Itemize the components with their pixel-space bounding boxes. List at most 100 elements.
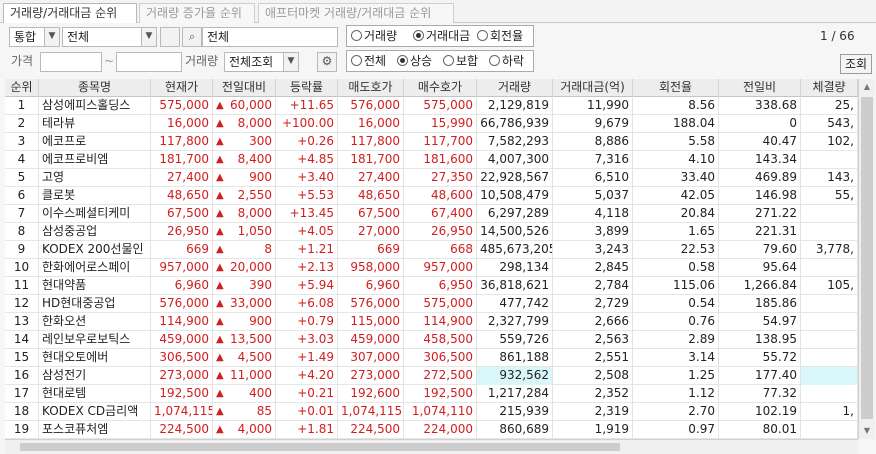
cell-price: 27,400: [151, 169, 213, 187]
table-row[interactable]: 7 이수스페셜티케미 67,500 ▲ 8,000 +13.45 67,500 67,400 6…: [5, 205, 858, 223]
cell-amount: 11,990: [553, 97, 633, 115]
table-row[interactable]: 8 삼성중공업 26,950 ▲ 1,050 +4.05 27,000 26,950 14,50…: [5, 223, 858, 241]
chevron-down-icon[interactable]: ▼: [44, 27, 60, 47]
radio-label: 거래대금: [426, 29, 471, 43]
cell-name[interactable]: 현대로템: [39, 385, 151, 403]
cell-name[interactable]: 클로봇: [39, 187, 151, 205]
radio-volume[interactable]: 거래량: [351, 28, 397, 44]
cell-prev: 143.34: [719, 151, 801, 169]
volume-option-select[interactable]: 전체조회: [224, 52, 284, 72]
table-row[interactable]: 13 한화오션 114,900 ▲ 900 +0.79 115,000 114,900 2,32…: [5, 313, 858, 331]
column-header-change[interactable]: 전일대비: [213, 79, 276, 97]
cell-name[interactable]: 이수스페셜티케미: [39, 205, 151, 223]
cell-bid: 27,350: [404, 169, 477, 187]
cell-name[interactable]: 현대오토에버: [39, 349, 151, 367]
column-header-name[interactable]: 종목명: [39, 79, 151, 97]
scroll-thumb[interactable]: [861, 97, 873, 419]
table-row[interactable]: 10 한화에어로스페이 957,000 ▲ 20,000 +2.13 958,000 957,…: [5, 259, 858, 277]
table-row[interactable]: 2 테라뷰 16,000 ▲ 8,000 +100.00 16,000 15,990 66,78…: [5, 115, 858, 133]
cell-bid: 575,000: [404, 295, 477, 313]
cell-name[interactable]: 포스코퓨처엠: [39, 421, 151, 439]
cell-name[interactable]: 한화오션: [39, 313, 151, 331]
radio-up[interactable]: 상승: [397, 53, 432, 69]
cell-name[interactable]: 에코프로: [39, 133, 151, 151]
table-row[interactable]: 15 현대오토에버 306,500 ▲ 4,500 +1.49 307,000 306,500…: [5, 349, 858, 367]
cell-name[interactable]: KODEX CD금리액: [39, 403, 151, 421]
cell-ask: 27,000: [338, 223, 404, 241]
cell-name[interactable]: 고영: [39, 169, 151, 187]
table-row[interactable]: 12 HD현대중공업 576,000 ▲ 33,000 +6.08 576,000 575,0…: [5, 295, 858, 313]
cell-name[interactable]: 삼성전기: [39, 367, 151, 385]
scroll-up-icon[interactable]: ▲: [859, 79, 875, 95]
radio-all[interactable]: 전체: [351, 53, 386, 69]
cell-name[interactable]: 레인보우로보틱스: [39, 331, 151, 349]
radio-circle: [351, 30, 362, 41]
tab-volume-amount-rank[interactable]: 거래량/거래대금 순위: [3, 3, 137, 24]
table-row[interactable]: 9 KODEX 200선물인 669 ▲ 8 +1.21 669 668 485,673,205…: [5, 241, 858, 259]
cell-name[interactable]: 현대약품: [39, 277, 151, 295]
cell-amount: 2,563: [553, 331, 633, 349]
table-row[interactable]: 5 고영 27,400 ▲ 900 +3.40 27,400 27,350 22,928,567…: [5, 169, 858, 187]
column-header-ask[interactable]: 매도호가: [338, 79, 404, 97]
search-icon[interactable]: ⌕: [182, 27, 202, 47]
chevron-down-icon[interactable]: ▼: [141, 27, 157, 47]
cell-name[interactable]: 에코프로비엠: [39, 151, 151, 169]
cell-change: ▲ 11,000: [213, 367, 276, 385]
cell-change: ▲ 60,000: [213, 97, 276, 115]
column-header-turnover[interactable]: 회전율: [633, 79, 719, 97]
cell-bid: 67,400: [404, 205, 477, 223]
table-row[interactable]: 1 삼성에피스홀딩스 575,000 ▲ 60,000 +11.65 576,000 575,…: [5, 97, 858, 115]
gear-icon[interactable]: ⚙: [317, 52, 337, 72]
cell-turnover: 8.56: [633, 97, 719, 115]
table-row[interactable]: 19 포스코퓨처엠 224,500 ▲ 4,000 +1.81 224,500 224,000…: [5, 421, 858, 439]
column-header-price[interactable]: 현재가: [151, 79, 213, 97]
column-header-prev[interactable]: 전일비: [719, 79, 801, 97]
search-button[interactable]: 조회: [840, 54, 872, 74]
cell-rank: 8: [5, 223, 39, 241]
category-select[interactable]: 전체: [62, 27, 142, 47]
cell-rate: +4.85: [276, 151, 338, 169]
radio-turnover[interactable]: 회전율: [477, 28, 523, 44]
column-header-volume[interactable]: 거래량: [477, 79, 553, 97]
scroll-thumb[interactable]: [20, 443, 620, 451]
table-row[interactable]: 16 삼성전기 273,000 ▲ 11,000 +4.20 273,000 272,500 9…: [5, 367, 858, 385]
tab-aftermarket-rank[interactable]: 애프터마켓 거래량/거래대금 순위: [258, 3, 454, 23]
table-row[interactable]: 4 에코프로비엠 181,700 ▲ 8,400 +4.85 181,700 181,600 4…: [5, 151, 858, 169]
table-row[interactable]: 6 클로봇 48,650 ▲ 2,550 +5.53 48,650 48,600 10,508,…: [5, 187, 858, 205]
scroll-down-icon[interactable]: ▼: [859, 423, 875, 439]
table-row[interactable]: 18 KODEX CD금리액 1,074,115 ▲ 85 +0.01 1,074,115 1…: [5, 403, 858, 421]
radio-down[interactable]: 하락: [489, 53, 524, 69]
up-arrow-icon: ▲: [216, 244, 224, 255]
cell-change: ▲ 1,050: [213, 223, 276, 241]
chevron-down-icon[interactable]: ▼: [283, 52, 299, 72]
column-header-rate[interactable]: 등락률: [276, 79, 338, 97]
horizontal-scrollbar[interactable]: [5, 439, 858, 454]
market-select[interactable]: 통합: [9, 27, 45, 47]
cell-name[interactable]: 삼성에피스홀딩스: [39, 97, 151, 115]
cell-name[interactable]: 한화에어로스페이: [39, 259, 151, 277]
column-header-rank[interactable]: 순위: [5, 79, 39, 97]
cell-amount: 9,679: [553, 115, 633, 133]
table-row[interactable]: 17 현대로템 192,500 ▲ 400 +0.21 192,600 192,500 1,21…: [5, 385, 858, 403]
price-to-input[interactable]: [116, 52, 182, 72]
radio-flat[interactable]: 보합: [443, 53, 478, 69]
table-row[interactable]: 14 레인보우로보틱스 459,000 ▲ 13,500 +3.03 459,000 458,…: [5, 331, 858, 349]
cell-volume: 4,007,300: [477, 151, 553, 169]
cell-name[interactable]: HD현대중공업: [39, 295, 151, 313]
stock-field[interactable]: 전체: [202, 27, 338, 47]
column-header-bid[interactable]: 매수호가: [404, 79, 477, 97]
column-header-exec[interactable]: 체결량: [801, 79, 858, 97]
column-header-amount[interactable]: 거래대금(억): [553, 79, 633, 97]
tab-volume-increase-rank[interactable]: 거래량 증가율 순위: [139, 3, 255, 23]
table-row[interactable]: 3 에코프로 117,800 ▲ 300 +0.26 117,800 117,700 7,582…: [5, 133, 858, 151]
up-arrow-icon: ▲: [216, 316, 224, 327]
table-row[interactable]: 11 현대약품 6,960 ▲ 390 +5.94 6,960 6,950 36,818,621…: [5, 277, 858, 295]
cell-name[interactable]: 삼성중공업: [39, 223, 151, 241]
radio-amount[interactable]: 거래대금: [413, 28, 470, 44]
cell-turnover: 1.65: [633, 223, 719, 241]
price-from-input[interactable]: [40, 52, 102, 72]
cell-name[interactable]: KODEX 200선물인: [39, 241, 151, 259]
vertical-scrollbar[interactable]: ▲ ▼: [858, 79, 875, 439]
up-arrow-icon: ▲: [216, 406, 224, 417]
cell-name[interactable]: 테라뷰: [39, 115, 151, 133]
